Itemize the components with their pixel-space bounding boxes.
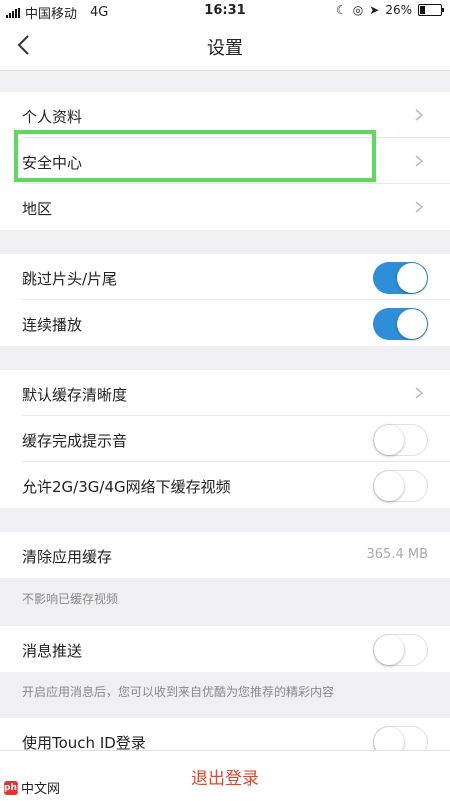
row-label: 清除应用缓存: [22, 548, 113, 566]
moon-icon: ☾: [336, 3, 347, 17]
status-bar: 中国移动 4G 16:31 ☾ ◎ ➤ 26%: [0, 0, 450, 22]
row-label: 消息推送: [22, 642, 83, 660]
row-clear-cache[interactable]: 清除应用缓存 365.4 MB: [0, 532, 450, 578]
chevron-right-icon: [415, 155, 424, 167]
autoplay-toggle[interactable]: [373, 308, 428, 340]
skip-intro-toggle[interactable]: [373, 262, 428, 294]
row-label: 允许2G/3G/4G网络下缓存视频: [22, 478, 231, 496]
watermark-text: 中文网: [21, 782, 61, 797]
highlight-box: [14, 130, 376, 182]
watermark: php 中文网: [4, 778, 60, 797]
chevron-right-icon: [415, 109, 424, 121]
php-logo-icon: php: [4, 780, 24, 795]
chevron-right-icon: [415, 201, 424, 213]
row-autoplay: 连续播放: [0, 300, 450, 346]
row-label: 缓存完成提示音: [22, 432, 128, 450]
row-skip-intro-outro: 跳过片头/片尾: [0, 254, 450, 300]
row-default-cache-quality[interactable]: 默认缓存清晰度: [0, 370, 450, 416]
mobile-cache-toggle[interactable]: [373, 470, 428, 502]
row-allow-mobile-cache: 允许2G/3G/4G网络下缓存视频: [0, 462, 450, 508]
logout-button[interactable]: 退出登录: [0, 764, 450, 789]
cache-sound-toggle[interactable]: [373, 424, 428, 456]
chevron-right-icon: [415, 387, 424, 399]
row-cache-complete-sound: 缓存完成提示音: [0, 416, 450, 462]
row-label: 个人资料: [22, 108, 83, 126]
location-icon: ➤: [369, 3, 380, 17]
battery-icon: [418, 4, 444, 16]
nav-bar: 设置: [0, 22, 450, 71]
push-toggle[interactable]: [373, 634, 428, 666]
logout-bar: 退出登录: [0, 750, 450, 801]
row-label: 连续播放: [22, 316, 83, 334]
row-push: 消息推送: [0, 626, 450, 672]
page-title: 设置: [207, 38, 243, 59]
row-region[interactable]: 地区: [0, 184, 450, 230]
status-right: ☾ ◎ ➤ 26%: [336, 3, 444, 17]
cache-size: 365.4 MB: [366, 547, 428, 562]
lock-rotation-icon: ◎: [352, 3, 364, 17]
row-label: 跳过片头/片尾: [22, 270, 118, 288]
battery-percent: 26%: [385, 3, 412, 17]
row-label: 默认缓存清晰度: [22, 386, 128, 404]
clear-cache-note: 不影响已缓存视频: [22, 592, 119, 606]
row-label: 地区: [22, 200, 53, 218]
push-note: 开启应用消息后，您可以收到来自优酷为您推荐的精彩内容: [22, 685, 335, 699]
